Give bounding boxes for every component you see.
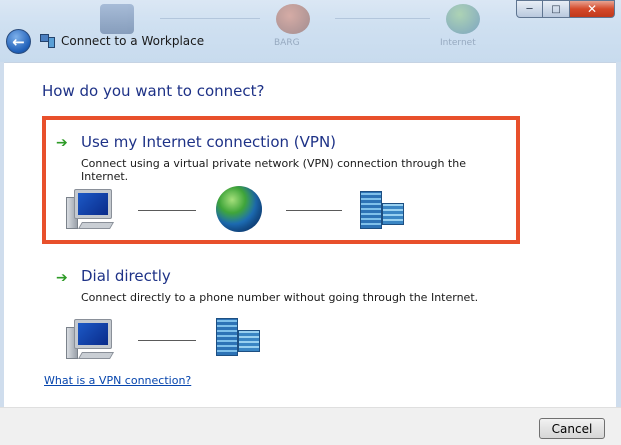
maximize-button[interactable]: □ [543, 0, 570, 18]
building-icon [216, 318, 262, 356]
back-arrow-icon: ← [12, 32, 25, 51]
page-heading: How do you want to connect? [42, 82, 265, 100]
green-arrow-icon: ➔ [56, 270, 68, 286]
background-network-icon [100, 4, 134, 34]
connection-line [138, 210, 196, 211]
title-bar: BARG Internet ─ □ ✕ ← Connect to a Workp… [0, 0, 621, 62]
window-controls: ─ □ ✕ [516, 0, 615, 18]
computer-icon [66, 319, 116, 361]
option-dial-title: Dial directly [81, 267, 171, 285]
window-title: Connect to a Workplace [61, 34, 205, 48]
option-vpn-title: Use my Internet connection (VPN) [81, 133, 337, 151]
background-server-icon [276, 4, 310, 34]
dialog-footer: Cancel [0, 407, 621, 445]
window-border-right [616, 62, 621, 407]
content-panel: How do you want to connect? ➔ Use my Int… [4, 62, 616, 407]
option-dial-directly[interactable]: ➔ Dial directly Connect directly to a ph… [42, 251, 520, 363]
background-line [160, 18, 260, 19]
building-icon [360, 191, 406, 229]
background-line [335, 18, 430, 19]
connection-line [138, 340, 196, 341]
vpn-help-link[interactable]: What is a VPN connection? [44, 374, 191, 387]
close-button[interactable]: ✕ [570, 0, 615, 18]
connection-line [286, 210, 342, 211]
connect-workplace-icon [40, 34, 56, 48]
globe-icon [216, 186, 262, 232]
computer-icon [66, 189, 116, 231]
cancel-button[interactable]: Cancel [539, 418, 605, 439]
option-vpn-description: Connect using a virtual private network … [81, 157, 466, 183]
back-button[interactable]: ← [6, 29, 31, 54]
minimize-button[interactable]: ─ [516, 0, 543, 18]
background-globe-icon [446, 4, 480, 34]
option-dial-description: Connect directly to a phone number witho… [81, 291, 479, 304]
background-label: BARG [274, 38, 300, 48]
green-arrow-icon: ➔ [56, 135, 68, 151]
background-label: Internet [440, 38, 476, 48]
option-vpn[interactable]: ➔ Use my Internet connection (VPN) Conne… [42, 116, 520, 244]
